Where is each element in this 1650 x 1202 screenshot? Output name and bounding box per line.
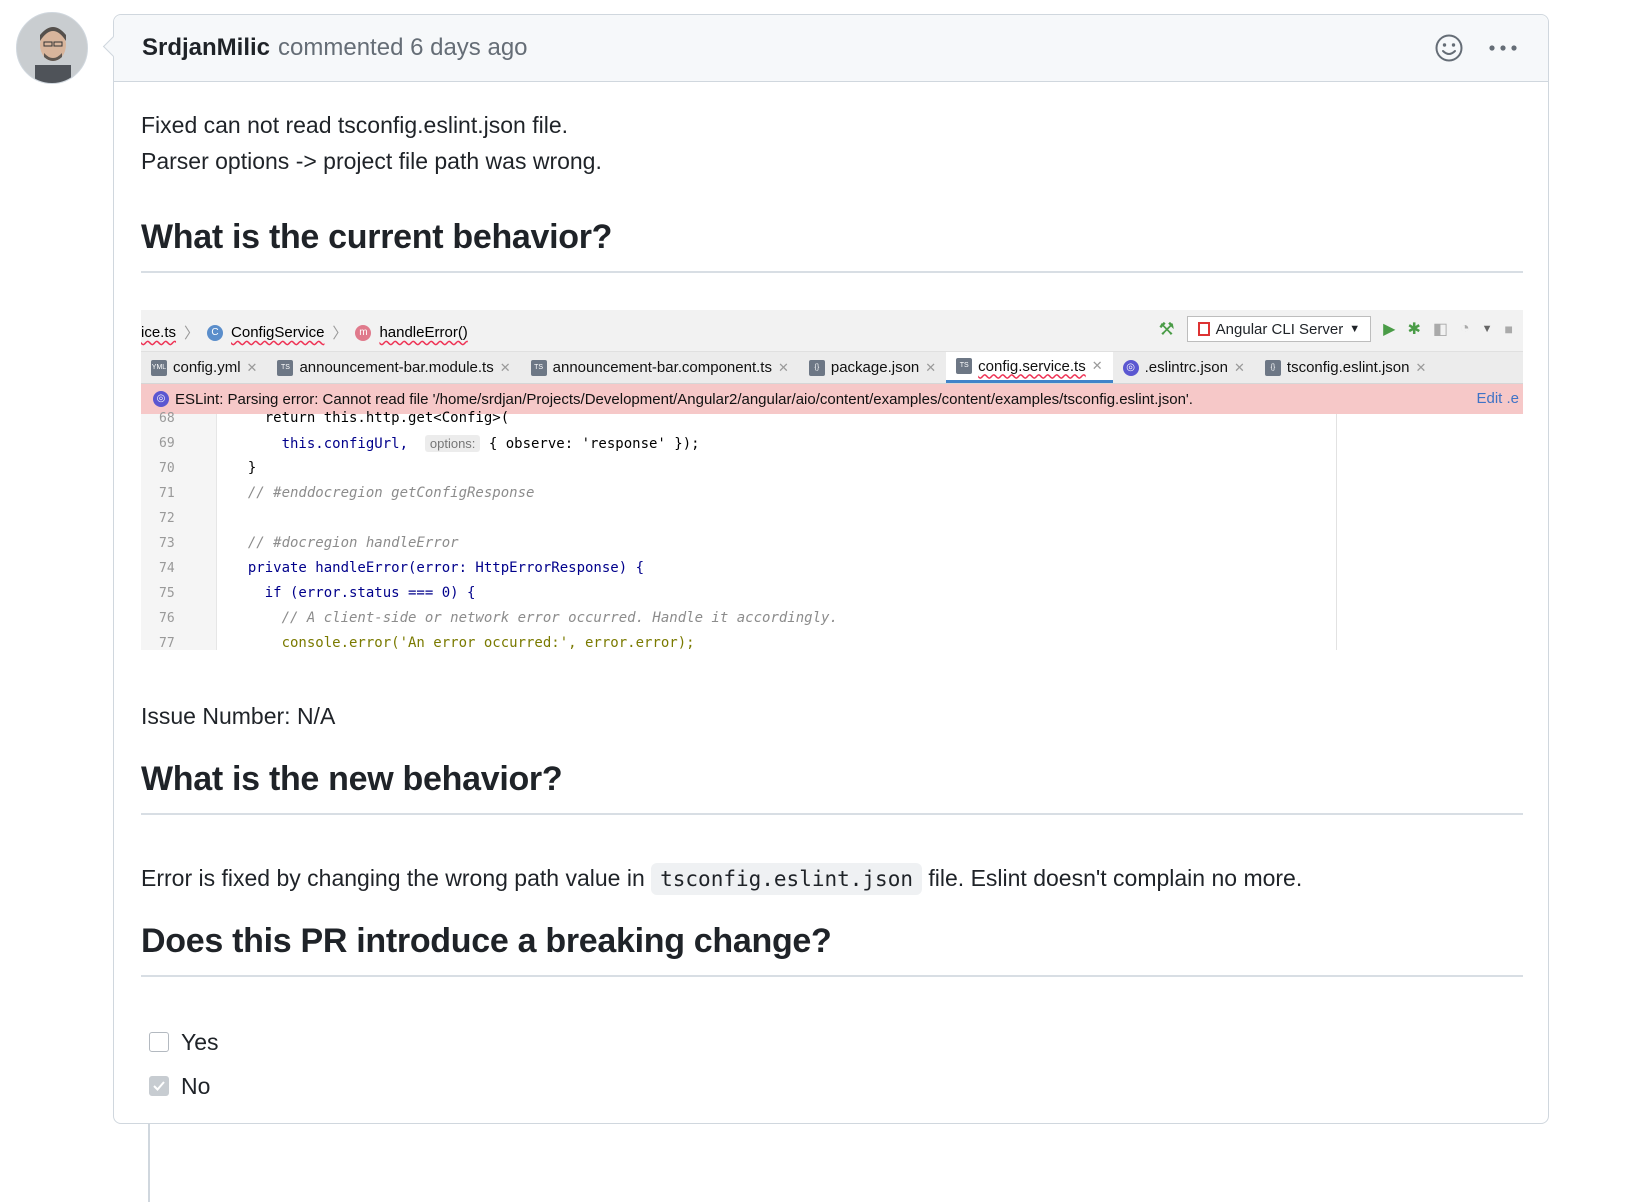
tab-tsconfig-eslint: {} tsconfig.eslint.json ✕ [1255,352,1436,383]
author-avatar[interactable] [16,12,88,84]
code-line: // A client-side or network error occurr… [231,610,838,626]
heading-new-behavior: What is the new behavior? [141,760,1523,815]
angular-icon [1197,322,1210,336]
author-link[interactable]: SrdjanMilic [142,34,270,62]
code-line: if (error.status === 0) { [231,585,476,601]
code-line: // #docregion handleError [231,535,459,551]
check-icon [153,1081,165,1091]
option-yes: Yes [141,1020,219,1064]
comment-menu-button[interactable] [1486,31,1520,65]
breaking-change-options: Yes No [141,1020,219,1108]
tab-eslintrc: ◎ .eslintrc.json ✕ [1113,352,1255,383]
smiley-icon [1435,34,1463,62]
close-icon: ✕ [1415,359,1427,375]
intro-line-2: Parser options -> project file path was … [141,148,602,174]
kebab-horizontal-icon [1489,45,1517,51]
edit-link: Edit .e [1476,390,1519,407]
option-yes-label: Yes [181,1028,219,1055]
close-icon: ✕ [499,359,511,375]
code-line: console.error('An error occurred:', erro… [231,635,695,650]
error-message: ESLint: Parsing error: Cannot read file … [175,390,1193,408]
eslint-icon: ◎ [153,391,169,407]
intro-line-1: Fixed can not read tsconfig.eslint.json … [141,112,569,138]
ide-screenshot[interactable]: ice.ts 〉 C ConfigService 〉 m handleError… [141,310,1523,650]
add-reaction-button[interactable] [1432,31,1466,65]
ide-breadcrumb: ice.ts 〉 C ConfigService 〉 m handleError… [141,324,468,342]
method-icon: m [355,324,372,341]
ts-file-icon: TS [277,359,294,376]
run-icon: ▶ [1383,321,1396,338]
coverage-icon: ◧ [1432,321,1448,338]
json-file-icon: {} [808,359,825,376]
tab-config-yml: YML config.yml ✕ [151,359,258,376]
new-behavior-text: Error is fixed by changing the wrong pat… [141,860,1523,897]
header-actions [1432,31,1520,65]
tab-config-service: TS config.service.ts ✕ [946,352,1113,383]
code-line: this.configUrl, options: { observe: 'res… [231,435,700,452]
hammer-icon: ⚒ [1158,318,1175,339]
ide-toolbar: ⚒ Angular CLI Server ▼ ▶ ✱ ◧ ◔ ▼ ■ [1159,316,1513,342]
close-icon: ✕ [1234,359,1245,375]
heading-current-behavior: What is the current behavior? [141,218,1523,273]
run-config-select: Angular CLI Server ▼ [1186,316,1372,342]
close-icon: ✕ [777,359,789,375]
code-line: // #enddocregion getConfigResponse [231,485,535,501]
more-run-icon: ▼ [1481,323,1493,335]
issue-number: Issue Number: N/A [141,703,336,729]
ts-file-icon: TS [956,358,973,374]
timeline-line [148,1122,150,1202]
code-line: return this.http.get<Config>( [231,410,510,426]
json-file-icon: {} [1264,359,1281,376]
breadcrumb-class: ConfigService [231,324,325,341]
checkbox-yes [149,1032,169,1052]
ide-navbar: ice.ts 〉 C ConfigService 〉 m handleError… [141,310,1523,352]
comment-box: SrdjanMilic commented 6 days ago Fixed c… [113,14,1549,1124]
ide-tabs: YML config.yml ✕ TS announcement-bar.module… [141,352,1523,384]
comment-timestamp[interactable]: commented 6 days ago [278,34,527,62]
option-no: No [141,1064,219,1108]
tab-announcement-module: TS announcement-bar.module.ts ✕ [267,352,520,383]
chevron-down-icon: ▼ [1349,323,1361,335]
heading-breaking-change: Does this PR introduce a breaking change… [141,922,1523,977]
parameter-hint: options: [424,435,481,452]
inline-code: tsconfig.eslint.json [651,863,922,895]
option-no-label: No [181,1072,211,1099]
run-config-label: Angular CLI Server [1215,320,1344,338]
comment-header: SrdjanMilic commented 6 days ago [114,15,1548,82]
yml-file-icon: YML [151,359,167,376]
tab-package-json: {} package.json ✕ [799,352,946,383]
debug-icon: ✱ [1407,321,1421,338]
breadcrumb-method: handleError() [379,324,468,341]
profile-icon: ◔ [1459,320,1470,337]
ts-file-icon: TS [530,359,547,376]
code-line: } [231,460,257,476]
class-icon: C [207,324,224,341]
breadcrumb-file: ice.ts [141,324,177,341]
tab-announcement-component: TS announcement-bar.component.ts ✕ [521,352,799,383]
close-icon: ✕ [925,359,937,375]
close-icon: ✕ [246,359,258,375]
checkbox-no [149,1076,169,1096]
code-line: private handleError(error: HttpErrorResp… [231,560,645,576]
right-margin-guide [1336,414,1337,650]
close-icon: ✕ [1091,358,1103,373]
eslint-icon: ◎ [1122,359,1139,376]
stop-icon: ■ [1504,321,1513,337]
